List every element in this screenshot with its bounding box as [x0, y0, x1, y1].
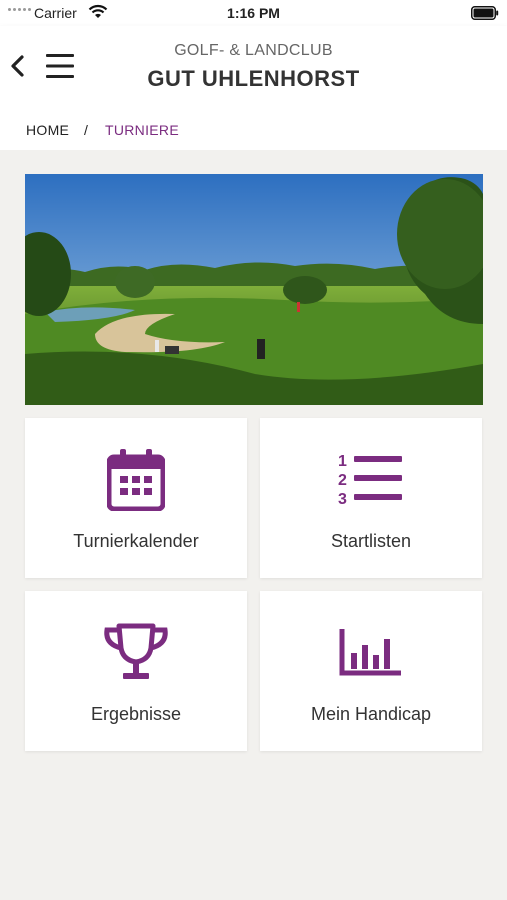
clock: 1:16 PM [227, 5, 280, 21]
golf-course-photo [25, 174, 483, 405]
tile-label: Turnierkalender [73, 531, 199, 551]
svg-text:3: 3 [338, 491, 347, 507]
bar-chart-icon [336, 619, 406, 685]
battery-icon [471, 6, 499, 23]
tile-ergebnisse[interactable]: Ergebnisse [25, 591, 247, 751]
club-subtitle: GOLF- & LANDCLUB [174, 42, 333, 59]
tile-startlisten[interactable]: 1 2 3 Startlisten [260, 418, 482, 578]
tile-label: Startlisten [330, 531, 412, 551]
tile-mein-handicap[interactable]: Mein Handicap [260, 591, 482, 751]
trophy-icon [101, 619, 171, 685]
svg-text:2: 2 [338, 472, 347, 489]
breadcrumb-separator: / [84, 122, 88, 138]
calendar-icon [101, 446, 171, 512]
tile-turnierkalender[interactable]: Turnierkalender [25, 418, 247, 578]
tile-label: Mein Handicap [310, 704, 432, 724]
status-bar: Carrier 1:16 PM [0, 0, 507, 26]
app-header: GOLF- & LANDCLUB GUT UHLENHORST [0, 26, 507, 110]
breadcrumb: HOME / TURNIERE [0, 110, 507, 150]
tile-label: Ergebnisse [90, 704, 182, 724]
breadcrumb-current: TURNIERE [105, 122, 179, 138]
page-title: GUT UHLENHORST [147, 66, 360, 91]
numbered-list-icon: 1 2 3 [336, 446, 406, 512]
breadcrumb-home-link[interactable]: HOME [26, 122, 69, 138]
svg-text:1: 1 [338, 453, 347, 470]
